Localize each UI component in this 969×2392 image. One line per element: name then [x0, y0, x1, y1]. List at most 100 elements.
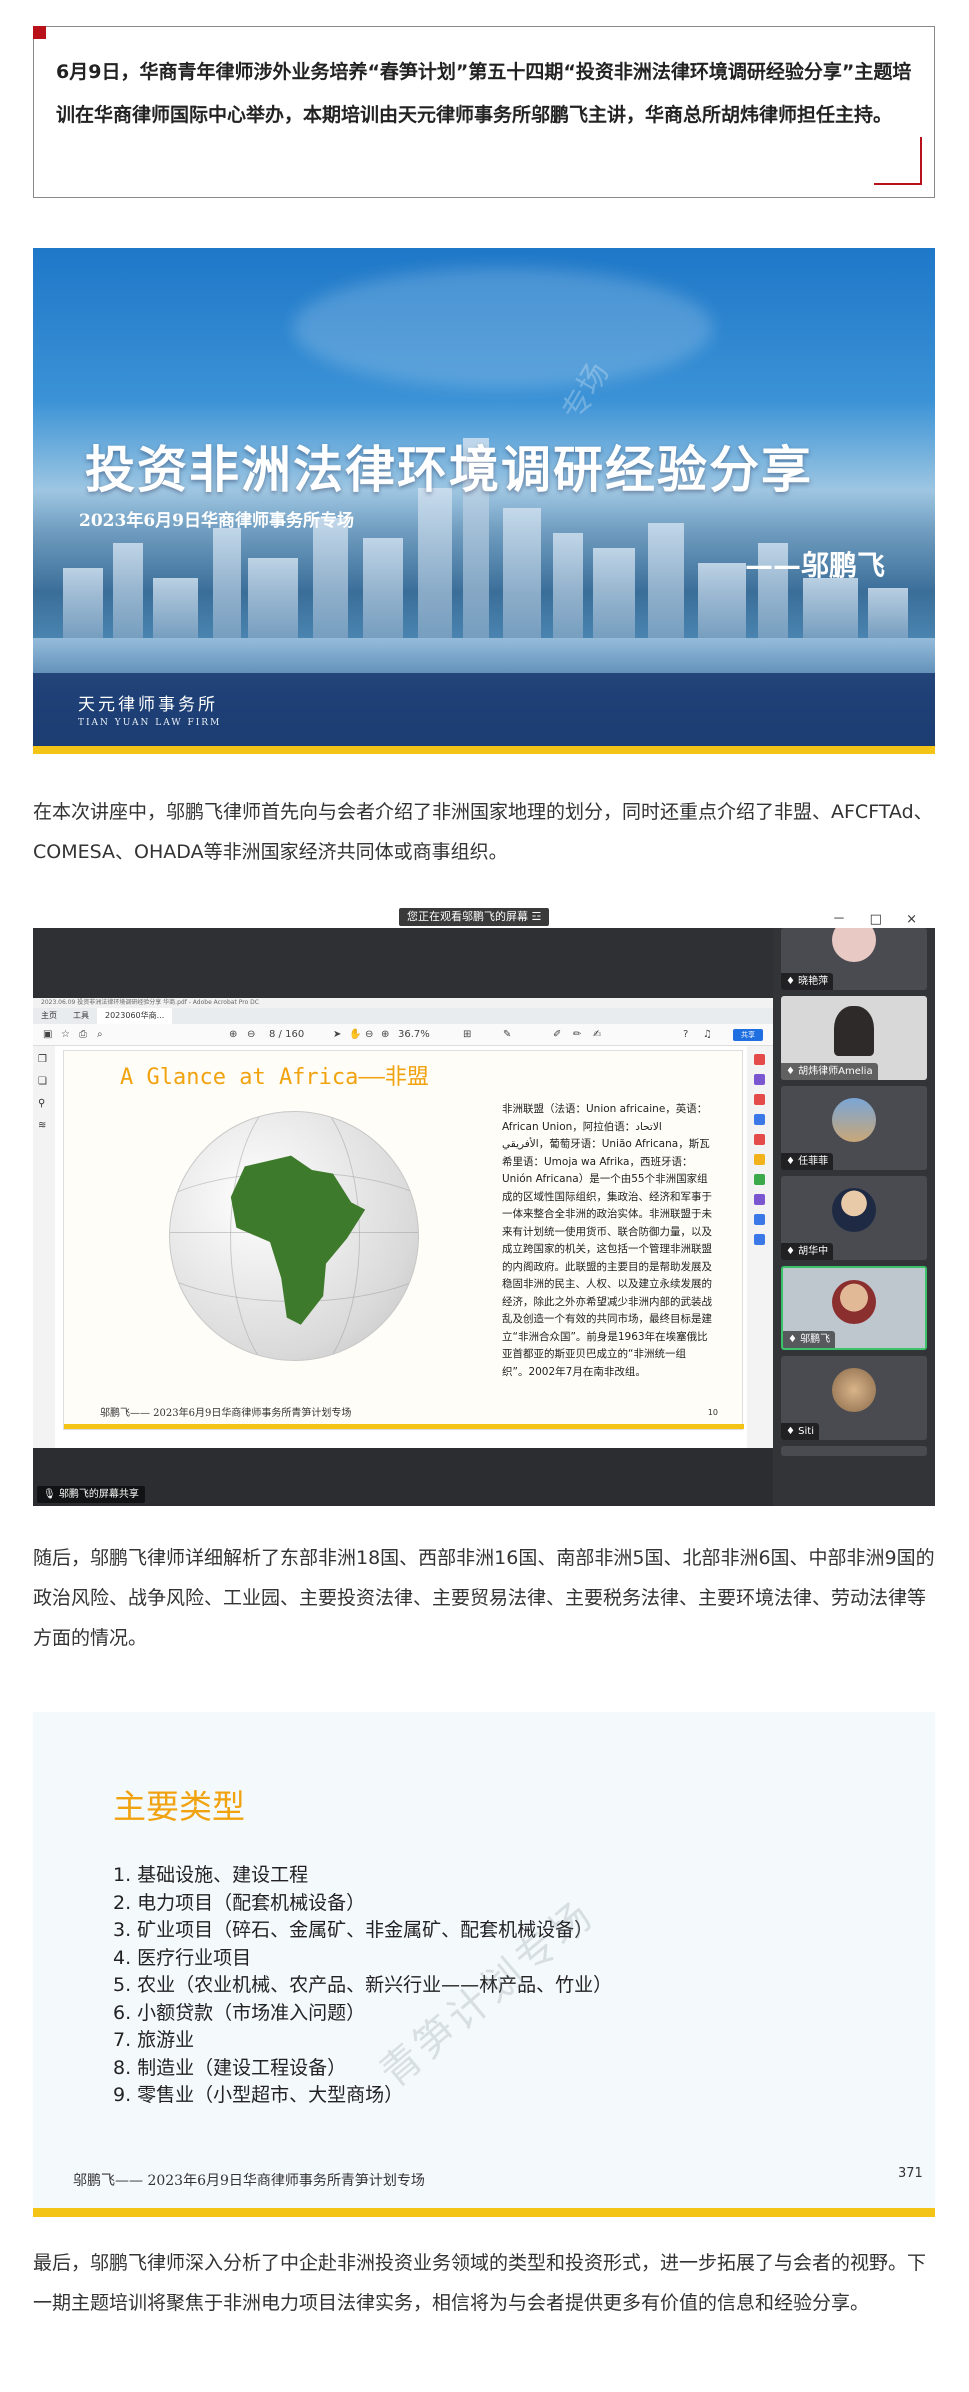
mic-icon: 🎙 — [43, 1489, 56, 1500]
slide-page-number: 10 — [707, 1408, 718, 1417]
share-button[interactable]: 共享 — [733, 1029, 763, 1041]
participant-tile-active[interactable]: ♦ 邬鹏飞 — [781, 1266, 927, 1350]
globe-africa-map — [169, 1111, 419, 1361]
edit-pdf-icon[interactable] — [754, 1094, 765, 1105]
participant-name: ♦ 晓艳萍 — [781, 973, 834, 990]
slide-yellow-bar — [64, 1424, 744, 1429]
sky-cloud — [293, 268, 713, 388]
comment-icon[interactable]: ✎ — [503, 1024, 511, 1046]
slide-heading: A Glance at Africa——非盟 — [120, 1065, 429, 1090]
next-page-icon[interactable]: ⊖ — [247, 1024, 255, 1046]
export-pdf-icon[interactable] — [754, 1054, 765, 1065]
types-list: 1. 基础设施、建设工程 2. 电力项目（配套机械设备） 3. 矿业项目（碎石、… — [113, 1862, 612, 2110]
window-controls[interactable]: － □ × — [833, 908, 927, 927]
tab-document[interactable]: 2023060华商... — [97, 1008, 173, 1024]
paragraph-2: 随后，邬鹏飞律师详细解析了东部非洲18国、西部非洲16国、南部非洲5国、北部非洲… — [33, 1547, 935, 1649]
mic-icon: ♦ — [786, 1156, 799, 1167]
avatar — [832, 928, 876, 962]
list-item: 9. 零售业（小型超市、大型商场） — [113, 2084, 404, 2106]
share-top-band — [33, 928, 773, 998]
fit-icon[interactable]: ⊞ — [463, 1024, 471, 1046]
comment-tool-icon[interactable] — [754, 1154, 765, 1165]
mic-icon: ♦ — [786, 976, 799, 987]
intro-text: 6月9日，华商青年律师涉外业务培养“春笋计划”第五十四期“投资非洲法律环境调研经… — [56, 61, 912, 126]
mic-icon: ♦ — [786, 1426, 799, 1437]
expand-icon[interactable]: ☲ — [532, 910, 542, 923]
mic-icon: ♦ — [788, 1334, 801, 1345]
list-item: 8. 制造业（建设工程设备） — [113, 2056, 347, 2079]
bookmark-icon[interactable]: ☆ — [61, 1024, 70, 1046]
save-icon[interactable]: ▣ — [43, 1024, 52, 1046]
acrobat-tab-row: 主页 工具 2023060华商... — [33, 1008, 773, 1024]
types-slide-image: 主要类型 1. 基础设施、建设工程 2. 电力项目（配套机械设备） 3. 矿业项… — [33, 1712, 935, 2217]
participant-tile[interactable]: ♦ 晓艳萍 — [781, 928, 927, 990]
participant-tile[interactable] — [781, 1446, 927, 1456]
print-icon[interactable]: ⎙ — [79, 1024, 87, 1046]
create-pdf-icon[interactable] — [754, 1074, 765, 1085]
red-corner-bracket — [874, 137, 922, 185]
slide-subtitle: 2023年6月9日华商律师事务所专场 — [79, 511, 354, 531]
layers-icon[interactable]: ≋ — [38, 1120, 46, 1131]
draw-icon[interactable]: ✏ — [573, 1024, 581, 1046]
paragraph-3: 最后，邬鹏飞律师深入分析了中企赴非洲投资业务领域的类型和投资形式，进一步拓展了与… — [33, 2252, 927, 2314]
search-icon[interactable]: ⌕ — [97, 1024, 103, 1046]
acrobat-title-bar: 2023.06.09 投资非洲法律环境调研经验分享 华商.pdf - Adobe… — [33, 998, 773, 1008]
participant-tile[interactable]: ♦ Siti — [781, 1356, 927, 1440]
avatar — [832, 1368, 876, 1412]
hand-icon[interactable]: ✋ — [349, 1024, 361, 1046]
tab-tools[interactable]: 工具 — [65, 1008, 97, 1024]
types-title: 主要类型 — [113, 1787, 245, 1826]
avatar — [832, 1188, 876, 1232]
firm-logo-text: 天元律师事务所 — [78, 695, 218, 715]
fill-sign-icon[interactable] — [754, 1174, 765, 1185]
mic-icon: ♦ — [786, 1246, 799, 1257]
right-tool-pane — [747, 1046, 773, 1448]
participant-name: ♦ Siti — [781, 1423, 819, 1440]
combine-icon[interactable] — [754, 1114, 765, 1125]
organize-icon[interactable] — [754, 1134, 765, 1145]
acrobat-toolbar: ▣ ☆ ⎙ ⌕ ⊕ ⊖ 8 / 160 ➤ ✋ ⊖ ⊕ 36.7% ⊞ ✎ ✐ … — [33, 1024, 773, 1046]
slide-yellow-bar — [33, 746, 935, 754]
au-description: 非洲联盟（法语：Union africaine，英语：African Union… — [502, 1103, 712, 1378]
slide-title: 投资非洲法律环境调研经验分享 — [85, 440, 813, 499]
participant-name: ♦ 胡华中 — [781, 1243, 834, 1260]
attach-icon[interactable]: ⚲ — [38, 1098, 45, 1109]
participant-tile[interactable]: ♦ 胡华中 — [781, 1176, 927, 1260]
slide-footer: 邬鹏飞—— 2023年6月9日华商律师事务所青笋计划专场 — [100, 1408, 352, 1419]
bell-icon[interactable]: ♫ — [703, 1024, 712, 1046]
avatar — [834, 1006, 874, 1056]
page-indicator[interactable]: 8 / 160 — [269, 1024, 304, 1046]
slide-yellow-bar — [33, 2208, 935, 2217]
cursor-icon[interactable]: ➤ — [333, 1024, 341, 1046]
pdf-page: A Glance at Africa——非盟 非洲联盟（法语：Union afr… — [63, 1050, 744, 1430]
participant-tile[interactable]: ♦ 胡炜律师Amelia — [781, 996, 927, 1080]
protect-icon[interactable] — [754, 1194, 765, 1205]
intro-box: 6月9日，华商青年律师涉外业务培养“春笋计划”第五十四期“投资非洲法律环境调研经… — [33, 26, 935, 198]
zoom-out-icon[interactable]: ⊖ — [365, 1024, 373, 1046]
left-tool-pane: ❒ ❏ ⚲ ≋ — [33, 1046, 55, 1448]
participant-tile[interactable]: ♦ 任菲菲 — [781, 1086, 927, 1170]
watching-screen-banner[interactable]: 您正在观看邬鹏飞的屏幕 ☲ — [399, 908, 550, 926]
more-tools-icon[interactable] — [754, 1234, 765, 1245]
types-page-number: 371 — [898, 2166, 923, 2181]
scan-icon[interactable] — [754, 1214, 765, 1225]
avatar — [832, 1098, 876, 1142]
types-footer: 邬鹏飞—— 2023年6月9日华商律师事务所青笋计划专场 — [73, 2173, 425, 2189]
shared-screen: 2023.06.09 投资非洲法律环境调研经验分享 华商.pdf - Adobe… — [33, 998, 773, 1448]
list-item: 6. 小额贷款（市场准入问题） — [113, 2001, 366, 2024]
firm-english-name: TIAN YUAN LAW FIRM — [78, 718, 222, 728]
list-item: 1. 基础设施、建设工程 — [113, 1864, 309, 1886]
tab-home[interactable]: 主页 — [33, 1008, 65, 1024]
share-bottom-band: 🎙 邬鹏飞的屏幕共享 — [33, 1448, 773, 1506]
sign-icon[interactable]: ✍ — [593, 1024, 601, 1046]
prev-page-icon[interactable]: ⊕ — [229, 1024, 237, 1046]
pages-icon[interactable]: ❒ — [38, 1054, 47, 1065]
highlight-icon[interactable]: ✐ — [553, 1024, 561, 1046]
help-icon[interactable]: ? — [683, 1024, 688, 1046]
mic-icon: ♦ — [786, 1066, 799, 1077]
bookmarks-icon[interactable]: ❏ — [38, 1076, 47, 1087]
participant-name: ♦ 邬鹏飞 — [783, 1331, 836, 1348]
zoom-in-icon[interactable]: ⊕ — [381, 1024, 389, 1046]
avatar — [832, 1280, 876, 1324]
zoom-level[interactable]: 36.7% — [398, 1024, 430, 1046]
